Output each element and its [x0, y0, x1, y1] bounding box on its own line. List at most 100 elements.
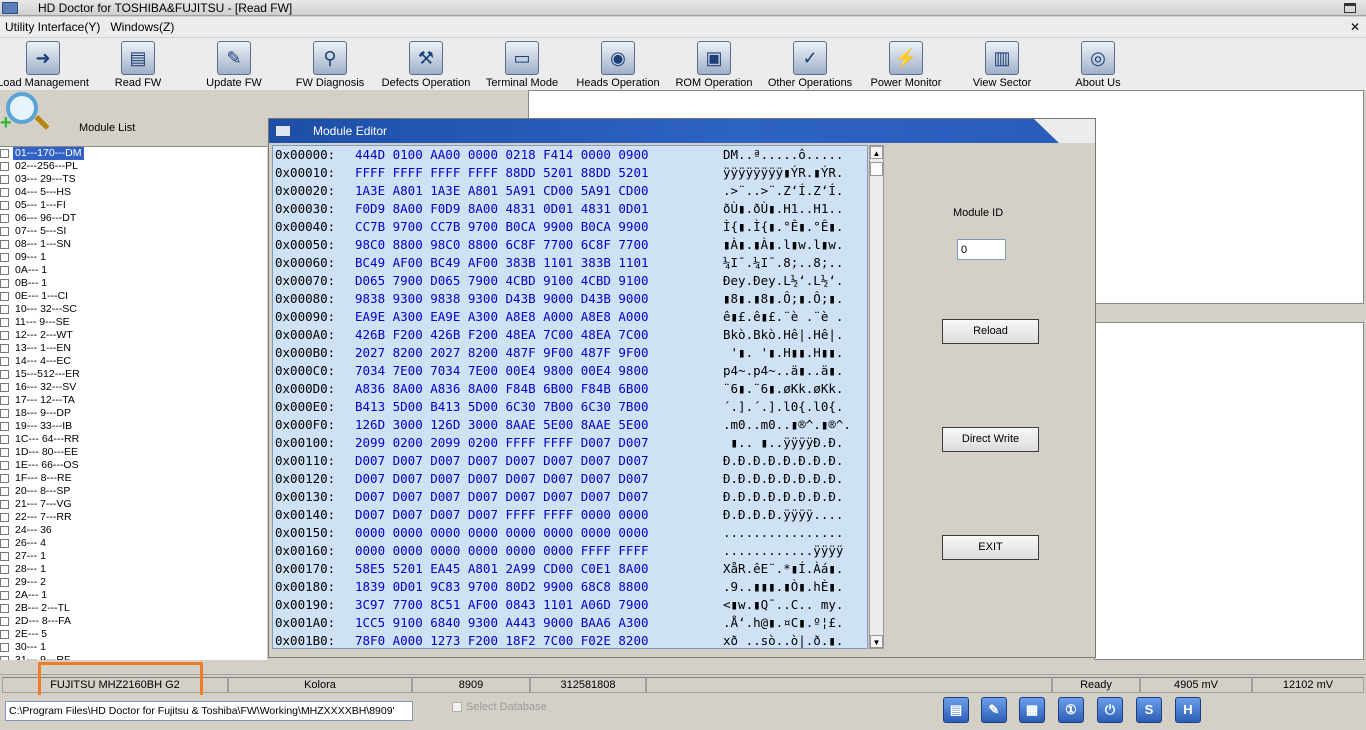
- module-list-item[interactable]: 03--- 29---TS: [0, 173, 267, 186]
- module-list-item[interactable]: 16--- 32---SV: [0, 381, 267, 394]
- hex-row[interactable]: 0x001A0: 1CC5 9100 6840 9300 A443 9000 BA…: [273, 614, 867, 632]
- module-checkbox[interactable]: [0, 318, 9, 327]
- module-list-item[interactable]: 09--- 1: [0, 251, 267, 264]
- hex-row[interactable]: 0x000C0: 7034 7E00 7034 7E00 00E4 9800 00…: [273, 362, 867, 380]
- hex-bytes[interactable]: 2027 8200 2027 8200 487F 9F00 487F 9F00: [355, 344, 649, 362]
- hex-ascii[interactable]: ................: [723, 524, 843, 542]
- hex-ascii[interactable]: ▮8▮.▮8▮.Ô;▮.Ô;▮.: [723, 290, 843, 308]
- hex-view[interactable]: 0x00000: 444D 0100 AA00 0000 0218 F414 00…: [272, 145, 868, 649]
- select-database-checkbox[interactable]: Select Database: [452, 701, 547, 713]
- hex-ascii[interactable]: XåR.êE¨.*▮Í.Àá▮.: [723, 560, 843, 578]
- exit-button[interactable]: EXIT: [942, 535, 1039, 560]
- module-checkbox[interactable]: [0, 253, 9, 262]
- module-list-item[interactable]: 31--- 9---RF: [0, 654, 267, 660]
- module-list-item[interactable]: 17--- 12---TA: [0, 394, 267, 407]
- restore-icon[interactable]: [1344, 3, 1356, 13]
- module-list-item[interactable]: 1D--- 80---EE: [0, 446, 267, 459]
- module-checkbox[interactable]: [0, 227, 9, 236]
- update-fw-button[interactable]: ✎ Update FW: [200, 38, 268, 90]
- hex-bytes[interactable]: 2099 0200 2099 0200 FFFF FFFF D007 D007: [355, 434, 649, 452]
- hex-bytes[interactable]: 0000 0000 0000 0000 0000 0000 FFFF FFFF: [355, 542, 649, 560]
- rom-operation-button[interactable]: ▣ ROM Operation: [675, 38, 753, 90]
- hex-bytes[interactable]: 444D 0100 AA00 0000 0218 F414 0000 0900: [355, 146, 649, 164]
- module-list-item[interactable]: 07--- 5---SI: [0, 225, 267, 238]
- module-checkbox[interactable]: [0, 396, 9, 405]
- hex-ascii[interactable]: Ì{▮.Ì{▮.°Ê▮.°Ê▮.: [723, 218, 843, 236]
- menu-windows[interactable]: Windows(Z): [110, 20, 174, 34]
- module-checkbox[interactable]: [0, 162, 9, 171]
- hex-row[interactable]: 0x00080: 9838 9300 9838 9300 D43B 9000 D4…: [273, 290, 867, 308]
- module-checkbox[interactable]: [0, 656, 9, 660]
- hex-bytes[interactable]: 7034 7E00 7034 7E00 00E4 9800 00E4 9800: [355, 362, 649, 380]
- hex-ascii[interactable]: ¨6▮.¨6▮.øKk.øKk.: [723, 380, 843, 398]
- power-monitor-button[interactable]: ⚡ Power Monitor: [868, 38, 944, 90]
- hex-row[interactable]: 0x00110: D007 D007 D007 D007 D007 D007 D0…: [273, 452, 867, 470]
- hex-row[interactable]: 0x00160: 0000 0000 0000 0000 0000 0000 FF…: [273, 542, 867, 560]
- hex-row[interactable]: 0x000E0: B413 5D00 B413 5D00 6C30 7B00 6C…: [273, 398, 867, 416]
- menu-utility-interface[interactable]: Utility Interface(Y): [5, 20, 100, 34]
- module-checkbox[interactable]: [0, 565, 9, 574]
- module-list-item[interactable]: 2D--- 8---FA: [0, 615, 267, 628]
- hex-ascii[interactable]: xð ..sò..ò|.ð.▮.: [723, 632, 843, 648]
- module-list-item[interactable]: 11--- 9---SE: [0, 316, 267, 329]
- hex-ascii[interactable]: ▮.. ▮..ÿÿÿÿÐ.Ð.: [723, 434, 844, 452]
- hex-row[interactable]: 0x000D0: A836 8A00 A836 8A00 F84B 6B00 F8…: [273, 380, 867, 398]
- module-checkbox[interactable]: [0, 344, 9, 353]
- module-checkbox[interactable]: [0, 266, 9, 275]
- hex-row[interactable]: 0x000F0: 126D 3000 126D 3000 8AAE 5E00 8A…: [273, 416, 867, 434]
- hex-ascii[interactable]: .>¨..>¨.Z‘Í.Z‘Í.: [723, 182, 843, 200]
- save-icon[interactable]: ▦: [1019, 697, 1045, 723]
- hex-bytes[interactable]: 1839 0D01 9C83 9700 80D2 9900 68C8 8800: [355, 578, 649, 596]
- hex-bytes[interactable]: 1CC5 9100 6840 9300 A443 9000 BAA6 A300: [355, 614, 649, 632]
- module-list-item[interactable]: 27--- 1: [0, 550, 267, 563]
- hex-row[interactable]: 0x00020: 1A3E A801 1A3E A801 5A91 CD00 5A…: [273, 182, 867, 200]
- module-list-item[interactable]: 01---170---DM: [0, 147, 267, 160]
- hex-bytes[interactable]: CC7B 9700 CC7B 9700 B0CA 9900 B0CA 9900: [355, 218, 649, 236]
- hex-ascii[interactable]: p4~.p4~..ä▮..ä▮.: [723, 362, 843, 380]
- hex-row[interactable]: 0x00180: 1839 0D01 9C83 9700 80D2 9900 68…: [273, 578, 867, 596]
- hex-ascii[interactable]: .Å‘.h@▮.¤C▮.º¦£.: [723, 614, 843, 632]
- read-fw-button[interactable]: ▤ Read FW: [104, 38, 172, 90]
- scroll-up-icon[interactable]: ▲: [870, 146, 883, 159]
- hex-bytes[interactable]: 0000 0000 0000 0000 0000 0000 0000 0000: [355, 524, 649, 542]
- hex-bytes[interactable]: 58E5 5201 EA45 A801 2A99 CD00 C0E1 8A00: [355, 560, 649, 578]
- terminal-mode-button[interactable]: ▭ Terminal Mode: [485, 38, 559, 90]
- hex-row[interactable]: 0x00000: 444D 0100 AA00 0000 0218 F414 00…: [273, 146, 867, 164]
- about-us-button[interactable]: ◎ About Us: [1068, 38, 1128, 90]
- module-checkbox[interactable]: [0, 435, 9, 444]
- module-list-item[interactable]: 04--- 5---HS: [0, 186, 267, 199]
- edit-icon[interactable]: ✎: [981, 697, 1007, 723]
- module-checkbox[interactable]: [0, 474, 9, 483]
- hex-bytes[interactable]: FFFF FFFF FFFF FFFF 88DD 5201 88DD 5201: [355, 164, 649, 182]
- module-checkbox[interactable]: [0, 201, 9, 210]
- hex-bytes[interactable]: B413 5D00 B413 5D00 6C30 7B00 6C30 7B00: [355, 398, 649, 416]
- magnifier-add-icon[interactable]: +: [0, 90, 50, 134]
- folder-icon[interactable]: ▤: [943, 697, 969, 723]
- hex-row[interactable]: 0x00040: CC7B 9700 CC7B 9700 B0CA 9900 B0…: [273, 218, 867, 236]
- hex-bytes[interactable]: EA9E A300 EA9E A300 A8E8 A000 A8E8 A000: [355, 308, 649, 326]
- module-checkbox[interactable]: [0, 578, 9, 587]
- hex-ascii[interactable]: Ð.Ð.Ð.Ð.Ð.Ð.Ð.Ð.: [723, 488, 843, 506]
- direct-write-button[interactable]: Direct Write: [942, 427, 1039, 452]
- module-checkbox[interactable]: [0, 240, 9, 249]
- module-checkbox[interactable]: [0, 409, 9, 418]
- module-checkbox[interactable]: [0, 370, 9, 379]
- hex-ascii[interactable]: .m0..m0..▮®^.▮®^.: [723, 416, 851, 434]
- module-list-item[interactable]: 28--- 1: [0, 563, 267, 576]
- load-management-button[interactable]: ➜ Load Management: [0, 38, 89, 90]
- hex-row[interactable]: 0x00140: D007 D007 D007 D007 FFFF FFFF 00…: [273, 506, 867, 524]
- hex-ascii[interactable]: Ð.Ð.Ð.Ð.ÿÿÿÿ....: [723, 506, 843, 524]
- scroll-down-icon[interactable]: ▼: [870, 635, 883, 648]
- hex-ascii[interactable]: ............ÿÿÿÿ: [723, 542, 843, 560]
- module-list-item[interactable]: 15---512---ER: [0, 368, 267, 381]
- close-icon[interactable]: ✕: [1350, 21, 1360, 33]
- hex-bytes[interactable]: D007 D007 D007 D007 D007 D007 D007 D007: [355, 470, 649, 488]
- hex-bytes[interactable]: 9838 9300 9838 9300 D43B 9000 D43B 9000: [355, 290, 649, 308]
- hex-ascii[interactable]: ´.].´.].l0{.l0{.: [723, 398, 843, 416]
- hex-bytes[interactable]: 426B F200 426B F200 48EA 7C00 48EA 7C00: [355, 326, 649, 344]
- module-list-item[interactable]: 0A--- 1: [0, 264, 267, 277]
- s-icon[interactable]: S: [1136, 697, 1162, 723]
- hex-row[interactable]: 0x00050: 98C0 8800 98C0 8800 6C8F 7700 6C…: [273, 236, 867, 254]
- info-icon[interactable]: ①: [1058, 697, 1084, 723]
- module-checkbox[interactable]: [0, 487, 9, 496]
